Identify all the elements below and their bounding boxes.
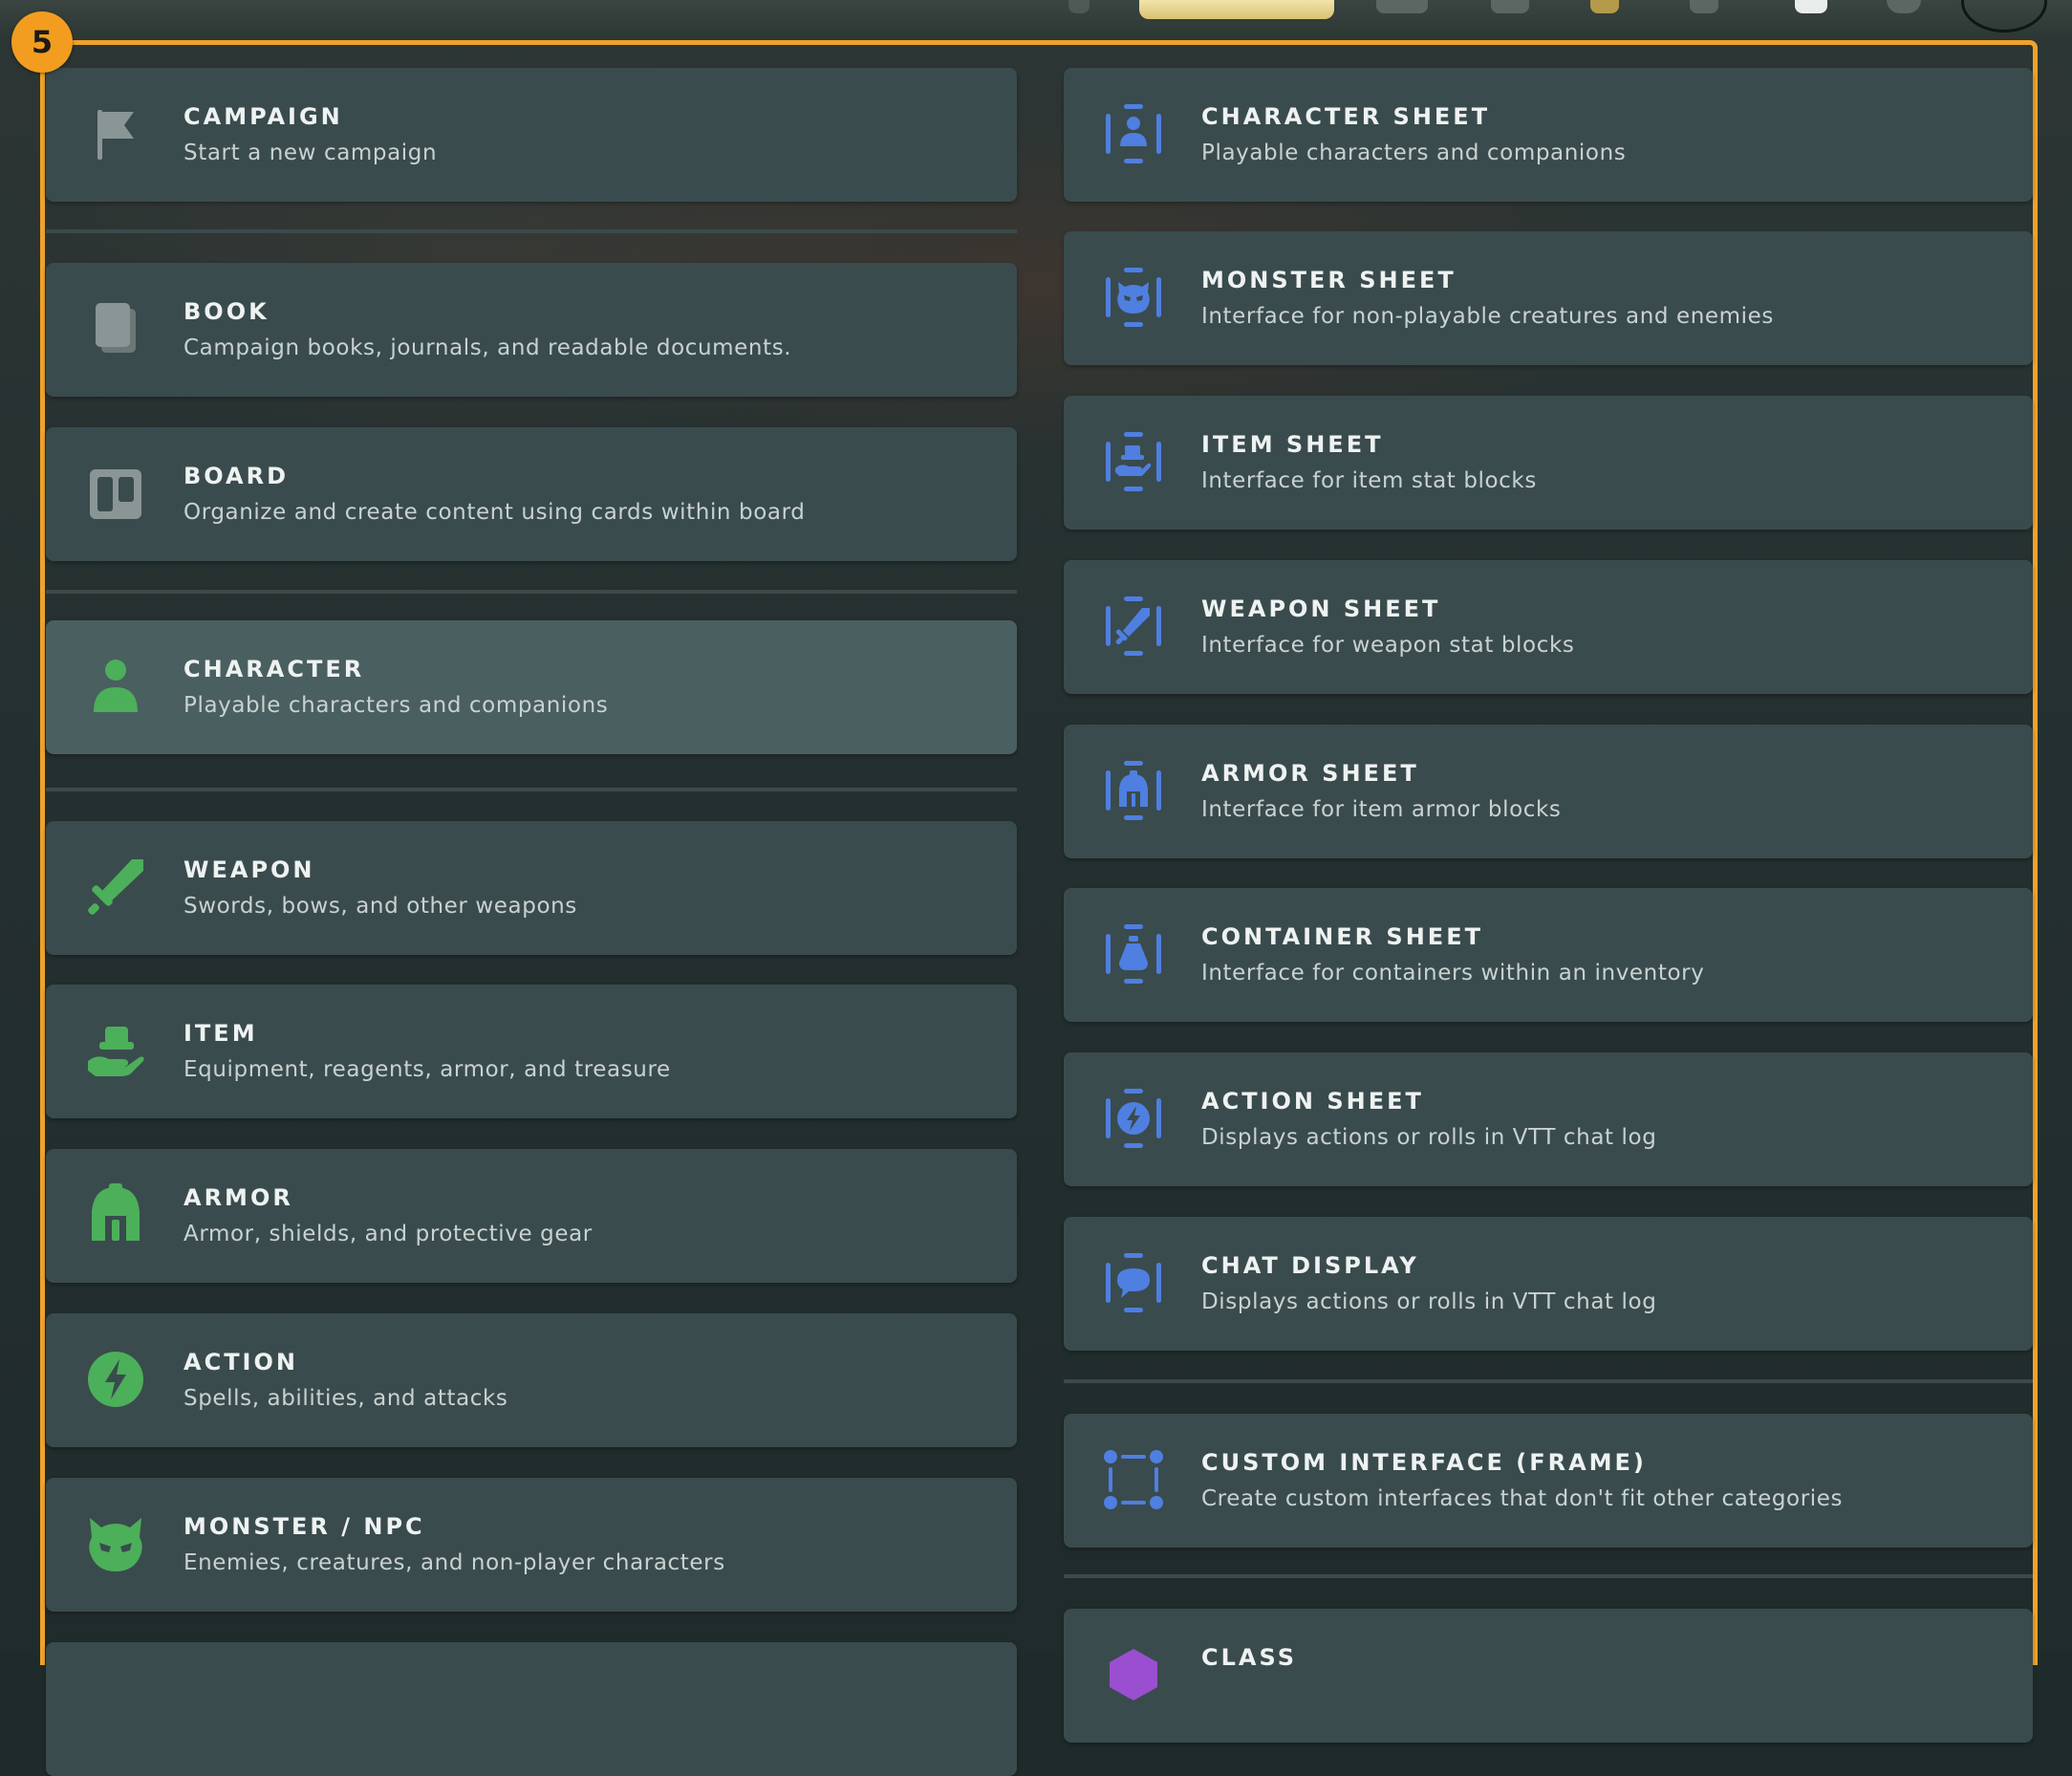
option-subtitle: Interface for non-playable creatures and… (1201, 304, 1775, 329)
container-sheet-icon (1102, 922, 1165, 985)
option-title: ACTION SHEET (1201, 1088, 1424, 1115)
toolbar-nodes-icon[interactable] (1795, 0, 1827, 13)
option-title: BOARD (183, 463, 290, 489)
option-title: CONTAINER SHEET (1201, 923, 1483, 950)
option-subtitle: Armor, shields, and protective gear (183, 1222, 593, 1246)
option-subtitle: Interface for containers within an inven… (1201, 961, 1705, 985)
toolbar-grid-icon[interactable] (1376, 0, 1428, 13)
option-title: WEAPON SHEET (1201, 596, 1441, 622)
board-icon (84, 462, 147, 525)
option-subtitle: Campaign books, journals, and readable d… (183, 336, 792, 360)
toolbar-user-icon[interactable] (1961, 0, 2047, 32)
option-card-class[interactable]: CLASS (1064, 1609, 2033, 1743)
step-badge: 5 (11, 11, 73, 73)
option-title: CUSTOM INTERFACE (FRAME) (1201, 1449, 1647, 1476)
option-subtitle: Interface for weapon stat blocks (1201, 633, 1575, 658)
option-subtitle: Interface for item stat blocks (1201, 468, 1537, 493)
toolbar-bell-icon[interactable] (1690, 0, 1718, 13)
option-title: CHARACTER SHEET (1201, 103, 1491, 130)
option-card-monster-sheet[interactable]: MONSTER SHEET Interface for non-playable … (1064, 231, 2033, 365)
section-divider (46, 788, 1017, 791)
option-subtitle: Swords, bows, and other weapons (183, 894, 577, 919)
content-type-picker-frame: CAMPAIGN Start a new campaign BOOK Campaign… (40, 40, 2038, 1776)
option-card-monster-npc[interactable]: MONSTER / NPC Enemies, creatures, and non… (46, 1478, 1017, 1612)
option-title: CHARACTER (183, 656, 365, 682)
frame-icon (1102, 1448, 1165, 1511)
weapon-sheet-icon (1102, 595, 1165, 658)
option-subtitle: Displays actions or rolls in VTT chat lo… (1201, 1289, 1657, 1314)
book-icon (84, 297, 147, 360)
option-title: MONSTER / NPC (183, 1513, 425, 1540)
class-icon (1102, 1643, 1165, 1706)
toolbar-graph-icon[interactable] (1491, 0, 1529, 13)
option-card-board[interactable]: BOARD Organize and create content using c… (46, 427, 1017, 561)
top-toolbar (0, 0, 2072, 38)
option-subtitle: Playable characters and companions (183, 693, 609, 718)
option-title: BOOK (183, 298, 270, 325)
toolbar-light-icon[interactable] (1590, 0, 1619, 13)
section-divider (46, 229, 1017, 233)
action-sheet-icon (1102, 1087, 1165, 1150)
option-title: CLASS (1201, 1644, 1297, 1671)
option-card-partial[interactable] (46, 1642, 1017, 1776)
option-card-weapon[interactable]: WEAPON Swords, bows, and other weapons (46, 821, 1017, 955)
option-subtitle: Playable characters and companions (1201, 141, 1627, 165)
section-divider (1064, 1379, 2033, 1383)
option-subtitle: Create custom interfaces that don't fit … (1201, 1486, 1844, 1511)
option-title: ITEM SHEET (1201, 431, 1384, 458)
option-card-armor[interactable]: ARMOR Armor, shields, and protective gear (46, 1149, 1017, 1283)
lightning-icon (84, 1348, 147, 1411)
option-subtitle: Interface for item armor blocks (1201, 797, 1562, 822)
option-title: WEAPON (183, 856, 315, 883)
person-icon (84, 655, 147, 718)
item-sheet-icon (1102, 430, 1165, 493)
chat-display-icon (1102, 1251, 1165, 1314)
option-title: CHAT DISPLAY (1201, 1252, 1419, 1279)
hand-item-icon (84, 1019, 147, 1082)
armor-sheet-icon (1102, 759, 1165, 822)
option-title: ACTION (183, 1349, 298, 1375)
option-card-custom-interface-frame[interactable]: CUSTOM INTERFACE (FRAME) Create custom in… (1064, 1414, 2033, 1548)
toolbar-back-icon[interactable] (1068, 0, 1090, 13)
option-card-action-sheet[interactable]: ACTION SHEET Displays actions or rolls in… (1064, 1052, 2033, 1186)
option-card-armor-sheet[interactable]: ARMOR SHEET Interface for item armor bloc… (1064, 725, 2033, 858)
option-title: ARMOR SHEET (1201, 760, 1419, 787)
character-sheet-icon (1102, 102, 1165, 165)
option-card-chat-display[interactable]: CHAT DISPLAY Displays actions or rolls in… (1064, 1217, 2033, 1351)
option-card-campaign[interactable]: CAMPAIGN Start a new campaign (46, 68, 1017, 202)
option-subtitle: Spells, abilities, and attacks (183, 1386, 508, 1411)
option-card-action[interactable]: ACTION Spells, abilities, and attacks (46, 1313, 1017, 1447)
monster-icon (84, 1512, 147, 1575)
monster-sheet-icon (1102, 266, 1165, 329)
option-subtitle: Enemies, creatures, and non-player chara… (183, 1550, 725, 1575)
option-card-weapon-sheet[interactable]: WEAPON SHEET Interface for weapon stat bl… (1064, 560, 2033, 694)
section-divider (1064, 1574, 2033, 1578)
sword-icon (84, 856, 147, 919)
helmet-icon (84, 1183, 147, 1246)
option-title: ARMOR (183, 1184, 293, 1211)
option-subtitle: Displays actions or rolls in VTT chat lo… (1201, 1125, 1657, 1150)
option-card-character-sheet[interactable]: CHARACTER SHEET Playable characters and c… (1064, 68, 2033, 202)
option-card-book[interactable]: BOOK Campaign books, journals, and readab… (46, 263, 1017, 397)
toolbar-active-tab[interactable] (1139, 0, 1334, 19)
option-card-item[interactable]: ITEM Equipment, reagents, armor, and trea… (46, 985, 1017, 1118)
flag-icon (84, 102, 147, 165)
option-card-item-sheet[interactable]: ITEM SHEET Interface for item stat blocks (1064, 396, 2033, 530)
option-subtitle: Start a new campaign (183, 141, 438, 165)
option-card-character[interactable]: CHARACTER Playable characters and compani… (46, 620, 1017, 754)
option-title: CAMPAIGN (183, 103, 343, 130)
option-card-container-sheet[interactable]: CONTAINER SHEET Interface for containers … (1064, 888, 2033, 1022)
option-subtitle: Equipment, reagents, armor, and treasure (183, 1057, 671, 1082)
option-title: ITEM (183, 1020, 258, 1047)
option-subtitle: Organize and create content using cards … (183, 500, 806, 525)
option-title: MONSTER SHEET (1201, 267, 1457, 293)
section-divider (46, 590, 1017, 594)
toolbar-help-icon[interactable] (1887, 0, 1921, 13)
